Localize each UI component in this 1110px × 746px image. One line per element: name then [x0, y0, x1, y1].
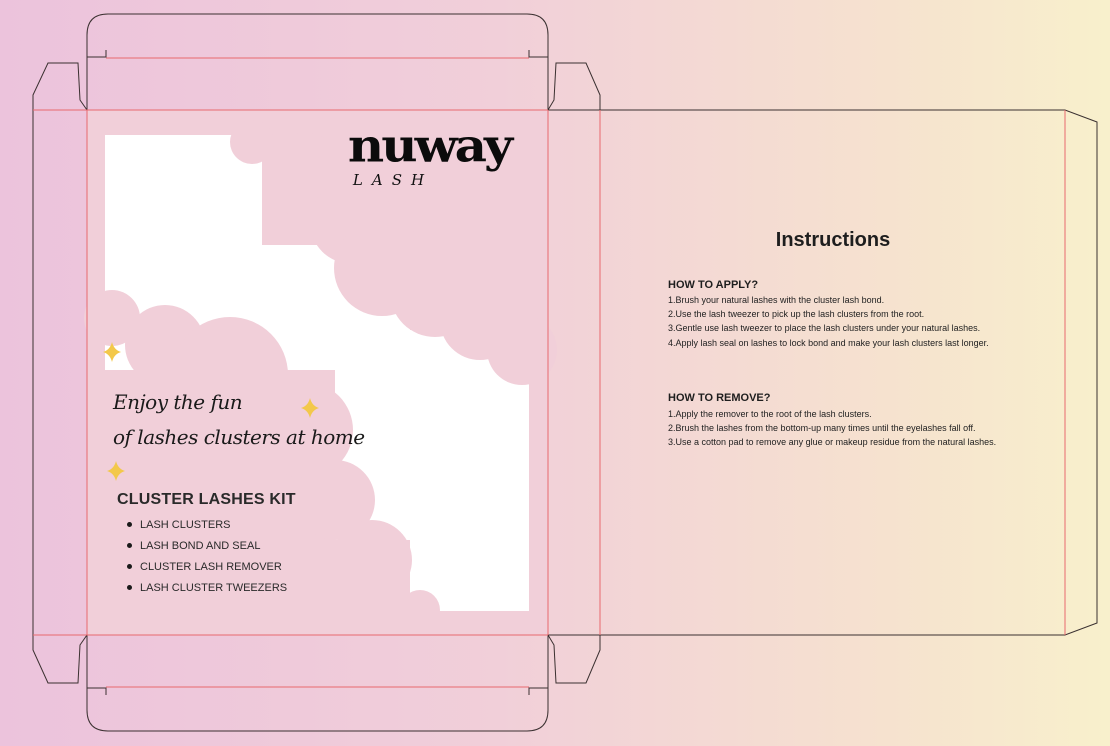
- box-dieline: [32, 13, 1098, 732]
- apply-step: 1.Brush your natural lashes with the clu…: [668, 295, 885, 305]
- apply-steps: 1.Brush your natural lashes with the clu…: [668, 293, 998, 350]
- kit-contents-list: LASH CLUSTERS LASH BOND AND SEAL CLUSTER…: [126, 517, 287, 601]
- list-item: LASH CLUSTERS: [126, 517, 287, 538]
- apply-step: 2.Use the lash tweezer to pick up the la…: [668, 309, 925, 320]
- kit-title: CLUSTER LASHES KIT: [117, 491, 296, 508]
- remove-heading: HOW TO REMOVE?: [668, 392, 771, 404]
- remove-step: 2.Brush the lashes from the bottom-up ma…: [668, 423, 976, 434]
- remove-step: 1.Apply the remover to the root of the l…: [668, 409, 872, 419]
- apply-step: 3.Gentle use lash tweezer to place the l…: [668, 323, 981, 334]
- brand-subtitle: LASH: [352, 171, 434, 189]
- list-item: CLUSTER LASH REMOVER: [126, 559, 287, 580]
- tagline-line-1: Enjoy the fun: [113, 390, 243, 414]
- brand-logo: nuway: [347, 118, 513, 173]
- remove-steps: 1.Apply the remover to the root of the l…: [668, 407, 998, 450]
- apply-step: 4.Apply lash seal on lashes to lock bond…: [668, 337, 989, 348]
- list-item: LASH BOND AND SEAL: [126, 538, 287, 559]
- apply-heading: HOW TO APPLY?: [668, 279, 759, 291]
- instructions-title: Instructions: [775, 229, 891, 251]
- remove-step: 3.Use a cotton pad to remove any glue or…: [668, 437, 997, 448]
- list-item: LASH CLUSTER TWEEZERS: [126, 580, 287, 601]
- tagline-line-2: of lashes clusters at home: [113, 425, 365, 449]
